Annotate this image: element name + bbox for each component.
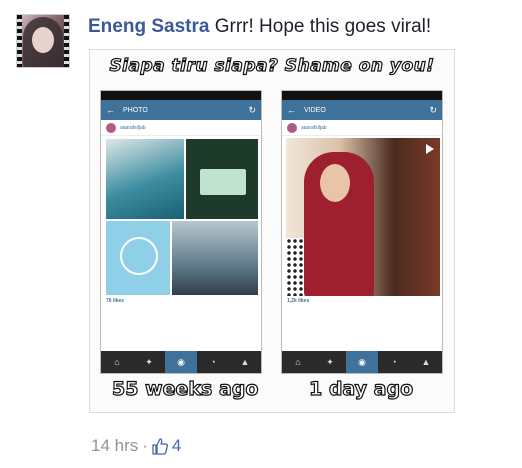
face-figure <box>320 164 350 202</box>
right-phone-screenshot: ← VIDEO ↻ aaarafsiljab 1,2k likes ⌂ ✦ ◉ … <box>281 90 443 374</box>
refresh-icon: ↻ <box>429 104 437 115</box>
explore-icon: ✦ <box>326 356 334 367</box>
collage-photo <box>171 220 259 296</box>
activity-icon: ◔ <box>210 357 216 367</box>
camera-icon: ◉ <box>346 351 378 373</box>
instagram-nav-bar: ⌂ ✦ ◉ ◔ ▲ <box>101 351 261 373</box>
profile-icon: ▲ <box>240 357 250 367</box>
post-meta: 76 likes <box>106 298 256 305</box>
activity-icon: ◔ <box>391 357 397 367</box>
post-meta: 1,2k likes <box>287 298 437 305</box>
explore-icon: ✦ <box>145 356 153 367</box>
film-strip-decoration <box>64 15 69 67</box>
post-likes: 1,2k likes <box>287 298 310 304</box>
home-icon: ⌂ <box>295 357 301 367</box>
screen-title: PHOTO <box>123 106 148 114</box>
arrow-left-icon: ← <box>287 105 296 115</box>
user-avatar <box>287 122 297 133</box>
camera-icon: ◉ <box>165 351 197 373</box>
author-avatar[interactable] <box>16 14 70 68</box>
film-strip-decoration <box>17 15 22 67</box>
like-count[interactable]: 4 <box>172 436 181 456</box>
collage-photo <box>105 138 185 220</box>
left-phone-screenshot: ← PHOTO ↻ aaarafsiljab 76 likes ⌂ ✦ ◉ ◔ … <box>100 90 262 374</box>
arrow-left-icon: ← <box>106 105 115 115</box>
profile-icon: ▲ <box>421 357 431 367</box>
screen-title: VIDEO <box>304 106 326 114</box>
comment-author-link[interactable]: Eneng Sastra <box>88 16 209 37</box>
thumbs-up-icon[interactable] <box>152 437 168 455</box>
video-frame <box>286 138 440 296</box>
post-likes: 76 likes <box>106 298 125 304</box>
status-bar <box>101 91 261 100</box>
comment-footer: 14 hrs · 4 <box>91 436 181 456</box>
avatar-face <box>32 27 54 53</box>
comment-line: Eneng Sastra Grrr! Hope this goes viral! <box>88 16 431 38</box>
post-username: aaarafsiljab <box>301 124 327 131</box>
post-user-row: aaarafsiljab <box>282 120 442 136</box>
instagram-app-bar: ← PHOTO ↻ <box>101 100 261 120</box>
play-icon <box>426 144 434 154</box>
post-user-row: aaarafsiljab <box>101 120 261 136</box>
refresh-icon: ↻ <box>248 104 256 115</box>
user-avatar <box>106 122 116 133</box>
collage-photo <box>105 220 171 296</box>
left-caption: 55 weeks ago <box>111 377 259 400</box>
status-bar <box>282 91 442 100</box>
comment-text: Grrr! Hope this goes viral! <box>214 16 432 37</box>
instagram-nav-bar: ⌂ ✦ ◉ ◔ ▲ <box>282 351 442 373</box>
right-caption: 1 day ago <box>308 377 414 400</box>
instagram-app-bar: ← VIDEO ↻ <box>282 100 442 120</box>
separator: · <box>142 436 148 455</box>
comment-attached-image[interactable]: Siapa tiru siapa? Shame on you! ← PHOTO … <box>89 49 455 413</box>
comment-timestamp[interactable]: 14 hrs <box>91 436 138 456</box>
image-banner-text: Siapa tiru siapa? Shame on you! <box>109 55 435 76</box>
collage-photo <box>185 138 259 220</box>
photo-collage <box>105 138 259 296</box>
home-icon: ⌂ <box>114 357 120 367</box>
post-username: aaarafsiljab <box>120 124 146 131</box>
